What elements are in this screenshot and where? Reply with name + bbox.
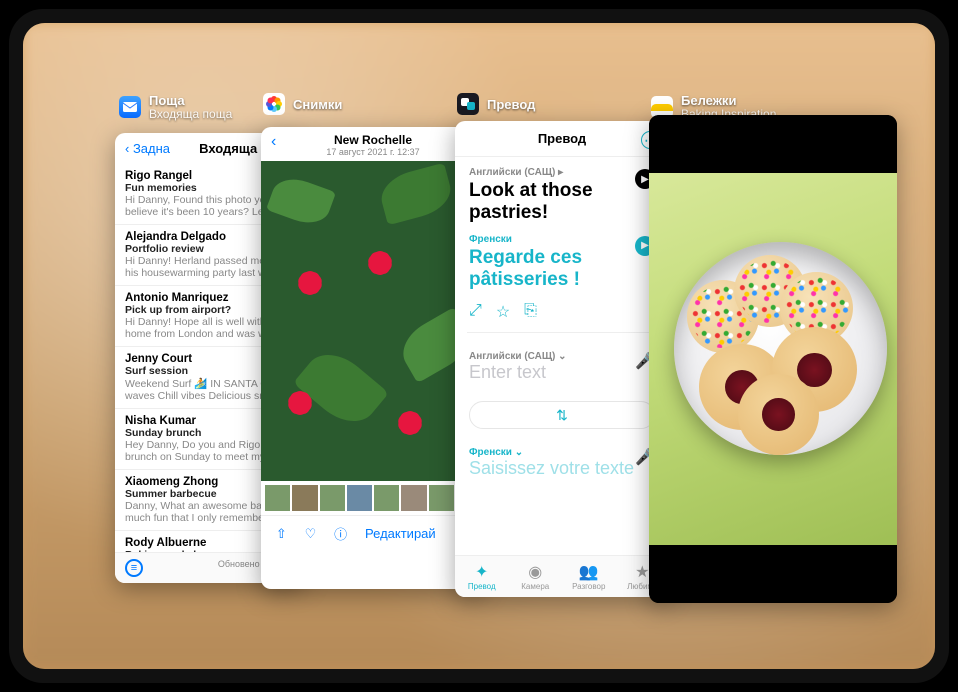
app-name-photos: Снимки [293,97,342,112]
input-target-placeholder[interactable]: Saisissez votre texte [469,458,655,479]
photo-viewer[interactable] [261,161,485,481]
card-photos[interactable]: ‹ New Rochelle 17 август 2021 г. 12:37 ⇧… [261,127,485,589]
translate-title: Превод [538,131,586,146]
mail-back-button[interactable]: ‹ Задна [125,141,170,156]
translate-tabbar: ✦Превод ◉Камера 👥Разговор ★Любими [455,555,669,597]
app-header-translate[interactable]: Превод [457,93,535,115]
card-notes[interactable] [649,115,897,603]
ipad-frame: Поща Входяща поща Снимки Превод Бележки … [9,9,949,683]
swap-languages-button[interactable]: ⇅ [469,401,655,429]
source-text: Look at those pastries! [469,180,655,224]
photos-location: New Rochelle [261,133,485,147]
target-language[interactable]: Френски [469,234,655,245]
translate-app-icon [457,93,479,115]
mail-app-icon [119,96,141,118]
mail-back-label: Задна [133,141,170,156]
edit-button[interactable]: Редактирай [365,526,436,541]
target-text: Regarde ces pâtisseries ! [469,247,655,291]
tab-camera[interactable]: ◉Камера [509,556,563,597]
app-name-mail: Поща [149,93,185,108]
photos-timestamp: 17 август 2021 г. 12:37 [261,147,485,157]
info-icon[interactable]: ⓘ [334,524,347,543]
app-sub-mail: Входяща поща [149,107,232,121]
tab-translate[interactable]: ✦Превод [455,556,509,597]
photo-thumbnails[interactable] [261,481,485,515]
input-source-placeholder[interactable]: Enter text [469,362,655,383]
photos-back-button[interactable]: ‹ [271,133,276,151]
copy-icon[interactable]: ⎘ [524,302,537,322]
app-header-photos[interactable]: Снимки [263,93,342,115]
favorite-icon[interactable]: ♡ [305,526,317,542]
source-language[interactable]: Английски (САЩ) ▸ [469,167,655,178]
plate [674,242,887,455]
input-target-language[interactable]: Френски ⌄ [469,447,655,458]
filter-icon[interactable]: ≡ [125,559,143,577]
expand-icon[interactable]: ⤢ [469,302,482,322]
app-name-notes: Бележки [681,93,736,108]
app-name-translate: Превод [487,97,535,112]
card-translate[interactable]: Превод ⋯ ▶ Английски (САЩ) ▸ Look at tho… [455,121,669,597]
photos-app-icon [263,93,285,115]
input-source-language[interactable]: Английски (САЩ) ⌄ [469,351,655,362]
note-image[interactable] [649,115,897,603]
app-header-mail[interactable]: Поща Входяща поща [119,93,232,121]
share-icon[interactable]: ⇧ [276,526,287,542]
star-icon[interactable]: ☆ [496,302,510,322]
screen: Поща Входяща поща Снимки Превод Бележки … [23,23,935,669]
tab-conversation[interactable]: 👥Разговор [562,556,616,597]
